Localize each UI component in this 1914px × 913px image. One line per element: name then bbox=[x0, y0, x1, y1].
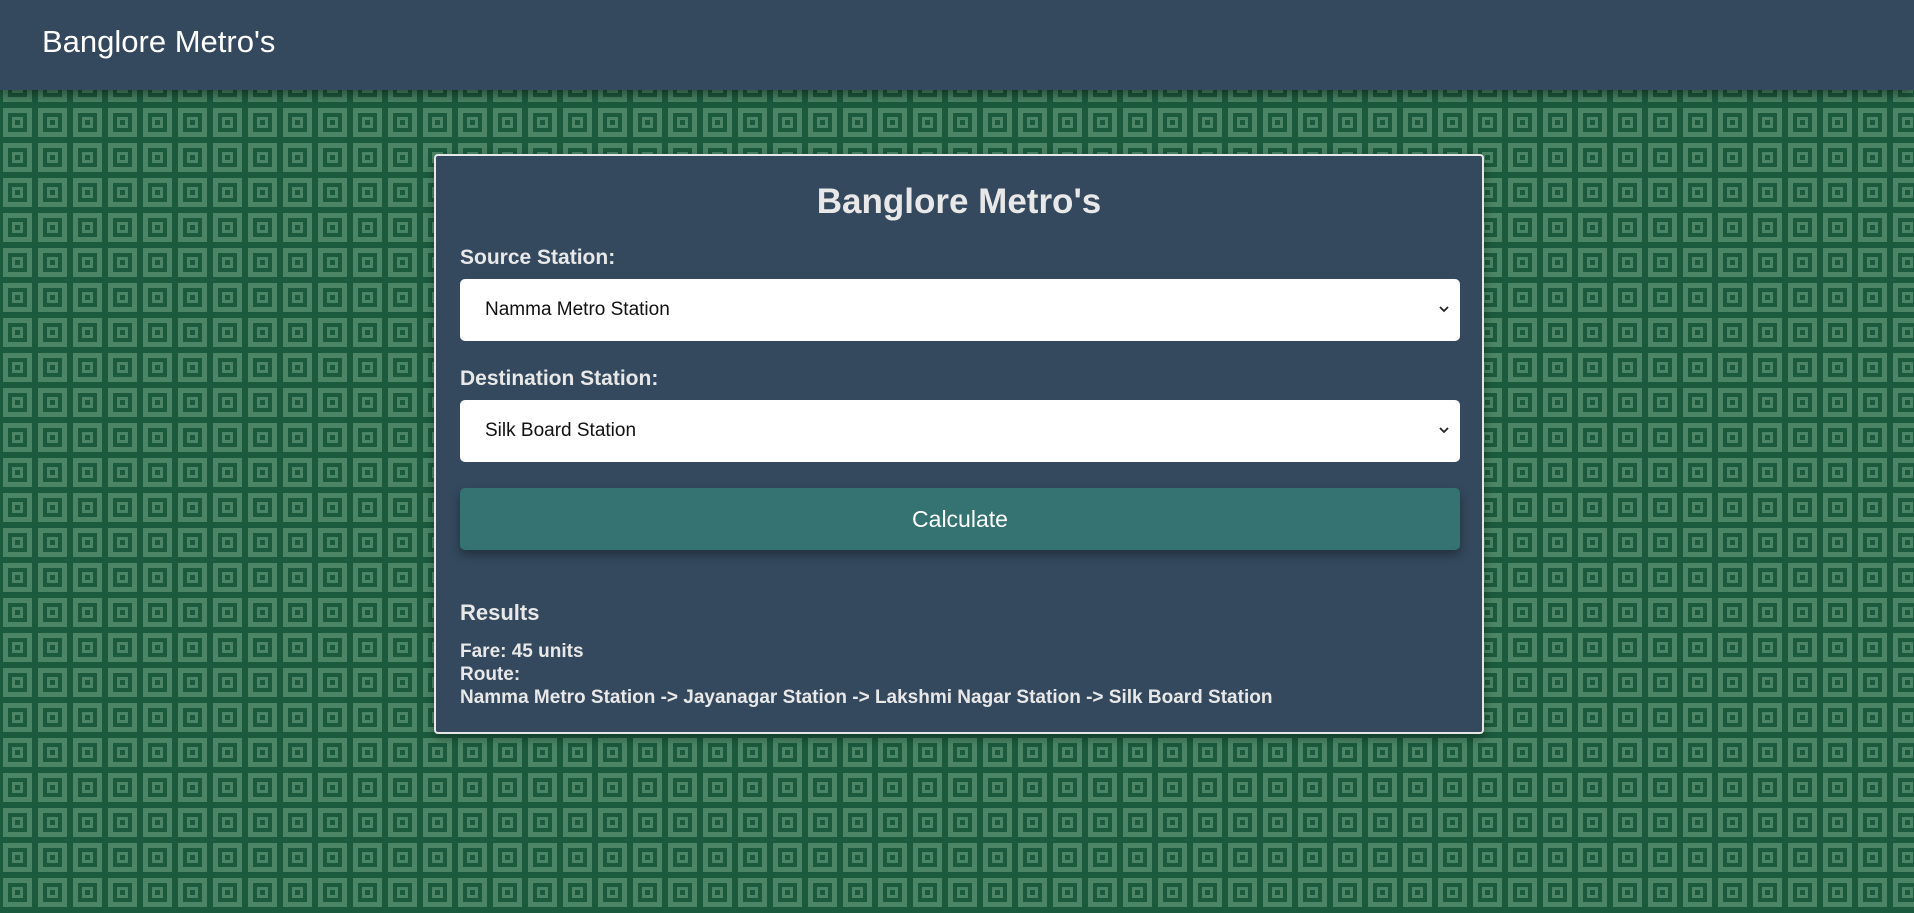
calculate-button[interactable]: Calculate bbox=[460, 488, 1460, 550]
fare-text: Fare: 45 units bbox=[460, 641, 584, 662]
card-title: Banglore Metro's bbox=[816, 182, 1102, 221]
source-station-value: Namma Metro Station bbox=[485, 299, 670, 320]
route-text: Namma Metro Station -> Jayanagar Station… bbox=[460, 687, 1273, 708]
app-title: Banglore Metro's bbox=[42, 24, 276, 59]
top-navbar: Banglore Metro's bbox=[0, 0, 1914, 90]
source-station-label: Source Station: bbox=[460, 246, 616, 269]
destination-station-value: Silk Board Station bbox=[485, 420, 637, 441]
fare-calculator-card: Banglore Metro's Source Station: Namma M… bbox=[434, 154, 1484, 734]
results-title: Results bbox=[460, 600, 540, 625]
chevron-down-icon bbox=[1439, 427, 1449, 434]
destination-station-label: Destination Station: bbox=[460, 367, 659, 390]
chevron-down-icon bbox=[1439, 306, 1449, 313]
destination-station-select[interactable]: Silk Board Station bbox=[460, 400, 1460, 462]
route-label: Route: bbox=[460, 664, 521, 685]
source-station-select[interactable]: Namma Metro Station bbox=[460, 279, 1460, 341]
